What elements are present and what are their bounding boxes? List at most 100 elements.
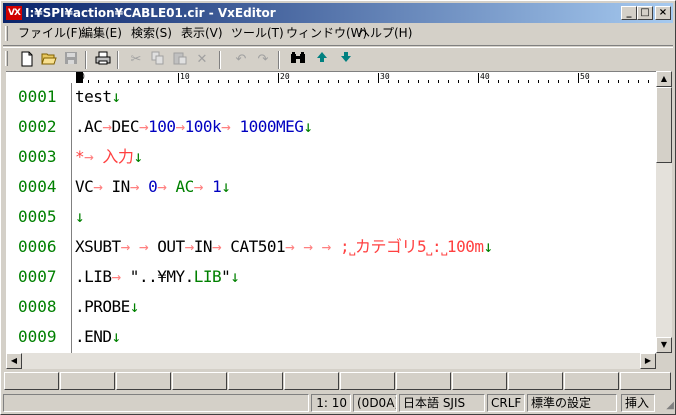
vertical-scrollbar[interactable]: ▲ ▼ [656, 71, 672, 353]
tab-marker: → [321, 237, 332, 256]
menu-tools[interactable]: ツール(T) [231, 26, 284, 41]
undo-icon[interactable]: ↶ [232, 51, 250, 69]
arrow-up-icon[interactable] [313, 51, 331, 69]
line-text: .PROBE↓ [75, 297, 139, 317]
menu-edit[interactable]: 編集(E) [81, 26, 122, 41]
open-folder-icon[interactable] [40, 51, 58, 69]
tab-marker: → [184, 237, 195, 256]
status-settings[interactable]: 標準の設定 [527, 394, 617, 412]
tab-marker: → [120, 237, 131, 256]
code-token: 0 [148, 177, 158, 196]
copy-icon[interactable] [149, 51, 167, 69]
editor-line[interactable]: 0003 *→ 入力↓ [6, 143, 656, 173]
line-number: 0008 [18, 297, 57, 316]
function-key-button[interactable] [116, 372, 171, 390]
save-icon[interactable] [62, 51, 80, 69]
delete-icon[interactable]: ✕ [193, 51, 211, 69]
editor-window: VX I:¥SPI¥action¥CABLE01.cir - VxEditor … [0, 0, 676, 415]
line-text: XSUBT→ → OUT→IN→ CAT501→ → → ;˽カテゴリ5˽:˽1… [75, 237, 493, 257]
status-encoding[interactable]: 日本語 SJIS [399, 394, 485, 412]
app-logo-icon[interactable]: VX [6, 6, 22, 20]
scroll-left-button[interactable]: ◀ [6, 353, 22, 369]
editor-line[interactable]: 0008 .PROBE↓ [6, 293, 656, 323]
function-key-button[interactable] [4, 372, 59, 390]
code-token: ;˽カテゴリ5˽:˽100m [339, 237, 484, 256]
horizontal-scrollbar[interactable]: ◀ ▶ [6, 353, 656, 369]
line-number: 0002 [18, 117, 57, 136]
function-key-button[interactable] [396, 372, 451, 390]
print-icon[interactable] [94, 51, 112, 69]
code-token: VC [75, 177, 94, 196]
tab-marker: → [303, 237, 313, 256]
tab-marker: → [221, 117, 231, 136]
arrow-down-icon[interactable] [337, 51, 355, 69]
new-file-icon[interactable] [18, 51, 36, 69]
menu-help[interactable]: ヘルプ(H) [358, 26, 412, 41]
function-key-button[interactable] [172, 372, 227, 390]
line-number: 0009 [18, 327, 57, 346]
function-key-button[interactable] [60, 372, 115, 390]
code-token: 100 [148, 117, 176, 136]
function-key-button[interactable] [508, 372, 563, 390]
ruler-major-tick [378, 73, 379, 83]
binoculars-icon[interactable] [289, 51, 307, 69]
vertical-scroll-thumb[interactable] [656, 87, 672, 163]
function-key-button[interactable] [564, 372, 619, 390]
code-token: .PROBE [75, 297, 130, 316]
status-newline-code: (0D0A) [353, 394, 397, 412]
ruler-major-tick [478, 73, 479, 83]
editor-line[interactable]: 0007 .LIB→ "..¥MY.LIB"↓ [6, 263, 656, 293]
toolbar-separator [278, 51, 280, 69]
editor-line[interactable]: 0004 VC→ IN→ 0→ AC→ 1↓ [6, 173, 656, 203]
close-button[interactable]: × [655, 6, 671, 20]
editor-line[interactable]: 0009 .END↓ [6, 323, 656, 353]
toolbar-separator [219, 51, 221, 69]
status-insert-mode[interactable]: 挿入 [621, 394, 655, 412]
redo-icon[interactable]: ↷ [254, 51, 272, 69]
editor-line[interactable]: 0002 .AC→DEC→100→100k→ 1000MEG↓ [6, 113, 656, 143]
scrollbar-corner [656, 353, 672, 369]
ruler-label: 0 [80, 72, 85, 81]
function-key-button[interactable] [340, 372, 395, 390]
editor-line[interactable]: 0001 test↓ [6, 83, 656, 113]
tab-marker: → [102, 117, 112, 136]
cut-icon[interactable]: ✂ [127, 51, 145, 69]
line-end-marker: ↓ [133, 147, 143, 166]
ruler-label: 10 [180, 72, 190, 81]
text-editor[interactable]: 0001 test↓ 0002 .AC→DEC→100→100k→ 1000MEG↓ 0… [6, 83, 656, 353]
scroll-up-button[interactable]: ▲ [656, 71, 672, 87]
code-token: 入力 [102, 147, 134, 166]
toolbar-grip [5, 51, 8, 66]
scroll-right-button[interactable]: ▶ [640, 353, 656, 369]
resize-grip-icon[interactable]: ◢ [662, 400, 674, 412]
line-end-marker: ↓ [483, 237, 493, 256]
maximize-button[interactable]: □ [637, 6, 653, 20]
function-key-button[interactable] [228, 372, 283, 390]
line-number: 0006 [18, 237, 57, 256]
title-bar[interactable]: VX I:¥SPI¥action¥CABLE01.cir - VxEditor … [3, 3, 673, 23]
editor-line[interactable]: 0005 ↓ [6, 203, 656, 233]
scroll-down-button[interactable]: ▼ [656, 337, 672, 353]
minimize-button[interactable]: _ [621, 6, 637, 20]
line-text: ↓ [75, 207, 85, 227]
ruler-label: 50 [580, 72, 590, 81]
function-key-button[interactable] [284, 372, 339, 390]
paste-icon[interactable] [171, 51, 189, 69]
line-text: test↓ [75, 87, 121, 107]
code-token: test [75, 87, 112, 106]
line-end-marker: ↓ [230, 267, 240, 286]
menu-window[interactable]: ウィンドウ(W) [286, 26, 367, 41]
status-cursor-position: 1: 10 [311, 394, 351, 412]
tab-marker: → [285, 237, 295, 256]
menu-view[interactable]: 表示(V) [181, 26, 223, 41]
editor-line[interactable]: 0006 XSUBT→ → OUT→IN→ CAT501→ → → ;˽カテゴリ5… [6, 233, 656, 263]
tab-marker: → [157, 177, 167, 196]
status-newline-type[interactable]: CRLF [487, 394, 525, 412]
function-key-button[interactable] [452, 372, 507, 390]
menu-file[interactable]: ファイル(F) [18, 26, 82, 41]
menu-search[interactable]: 検索(S) [131, 26, 172, 41]
function-key-button[interactable] [620, 372, 671, 390]
line-text: .LIB→ "..¥MY.LIB"↓ [75, 267, 240, 287]
